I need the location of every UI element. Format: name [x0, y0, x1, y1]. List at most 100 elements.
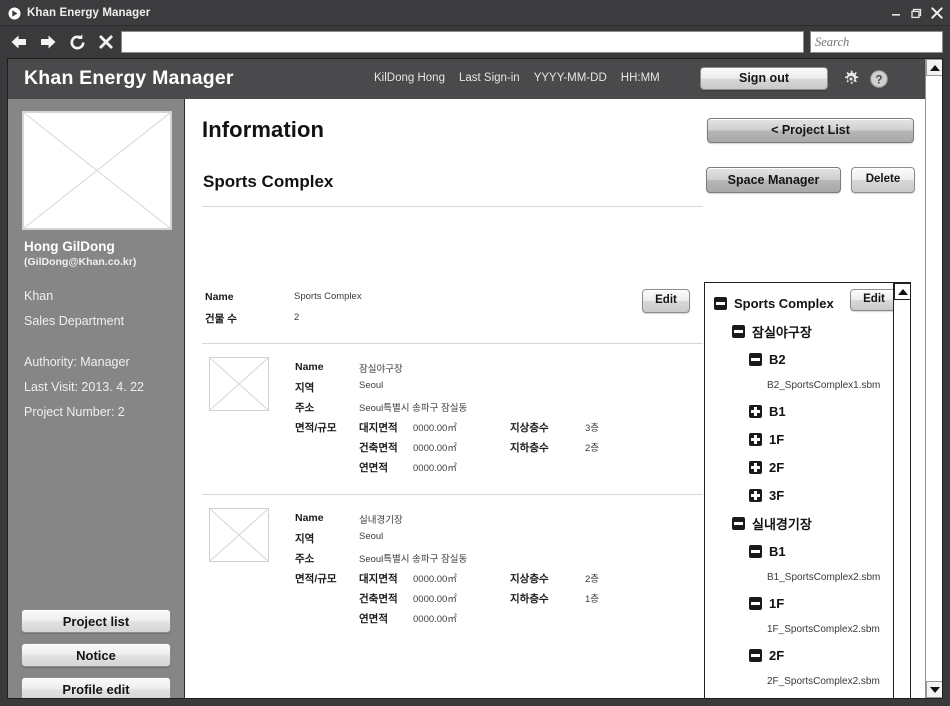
tree-leaf-item[interactable]: B1_SportsComplex2.sbm [705, 565, 894, 589]
minimize-icon[interactable] [891, 8, 902, 19]
sidebar-item-project-list[interactable]: Project list [21, 609, 171, 633]
application-window: Khan Energy Manager Search Khan Energy M… [0, 0, 950, 706]
tree-node-item[interactable]: 2F [705, 641, 894, 669]
tree-collapse-minus-icon[interactable] [749, 596, 762, 610]
tree-node-label: 2F [769, 647, 785, 663]
tree-collapse-minus-icon[interactable] [714, 296, 727, 310]
tree-expand-plus-icon[interactable] [749, 404, 762, 418]
tree-node-item[interactable]: 1F [705, 425, 894, 453]
summary-edit-button[interactable]: Edit [642, 289, 690, 313]
divider-summary [202, 343, 703, 344]
delete-button[interactable]: Delete [851, 167, 915, 193]
window-client-area: Khan Energy Manager KilDong Hong Last Si… [7, 58, 943, 699]
b1-floor-row0-value: 3층 [585, 423, 600, 434]
tree-node-label: B1 [769, 403, 786, 419]
b1-area-row1-label: 건축면적 [359, 442, 398, 454]
b2-floor-row1-label: 지하층수 [510, 593, 549, 605]
header-last-signin-label: Last Sign-in [458, 72, 520, 84]
back-arrow-icon[interactable] [9, 32, 29, 52]
tree-node-item[interactable]: 잠실야구장 [705, 317, 894, 345]
tree-leaf-item[interactable]: B2_SportsComplex1.sbm [705, 373, 894, 397]
space-manager-button[interactable]: Space Manager [706, 167, 841, 193]
gear-icon[interactable] [841, 69, 861, 89]
header-user-meta: KilDong Hong Last Sign-in YYYY-MM-DD HH:… [374, 72, 660, 84]
search-input[interactable] [811, 32, 942, 52]
main-scroll-up-arrow-icon[interactable] [926, 59, 942, 76]
b1-area-row2-value: 0000.00㎡ [413, 463, 457, 474]
tree-collapse-minus-icon[interactable] [749, 544, 762, 558]
main-scrollbar[interactable] [925, 59, 942, 698]
maximize-icon[interactable] [911, 8, 922, 19]
tree-leaf-item[interactable]: 1F_SportsComplex2.sbm [705, 617, 894, 641]
tree-node-item[interactable]: 2F [705, 453, 894, 481]
divider-building-1 [202, 494, 703, 495]
header-user-name: KilDong Hong [374, 72, 445, 84]
tree-node-label: 2F [769, 459, 785, 475]
reload-icon[interactable] [67, 32, 87, 52]
close-icon[interactable] [931, 7, 943, 19]
b1-floor-row0-label: 지상층수 [510, 422, 549, 434]
b1-area-row0-value: 0000.00㎡ [413, 423, 457, 434]
tree-scrollbar[interactable] [893, 283, 910, 698]
tree-node-item[interactable]: 3F [705, 481, 894, 509]
project-list-button[interactable]: < Project List [707, 118, 914, 143]
tree-node-item[interactable]: B2 [705, 345, 894, 373]
help-icon[interactable]: ? [869, 69, 889, 89]
tree-collapse-minus-icon[interactable] [749, 648, 762, 662]
scroll-up-arrow-icon[interactable] [894, 283, 910, 300]
tree-node-item[interactable]: 1F [705, 589, 894, 617]
tree-node-label: Sports Complex [734, 295, 834, 311]
tree-node-item[interactable]: B1 [705, 537, 894, 565]
tree-node-item[interactable]: 실내경기장 [705, 509, 894, 537]
window-controls [891, 0, 943, 26]
tree-node-label: 실내경기장 [752, 516, 812, 532]
navigation-icons [9, 26, 116, 58]
app-brand-title: Khan Energy Manager [24, 67, 234, 89]
summary-label-name: Name [205, 291, 234, 303]
header-last-signin-time: HH:MM [620, 72, 660, 84]
b1-area-label: 면적/규모 [295, 422, 337, 434]
tree-node-label: B2 [769, 351, 786, 367]
b1-floor-row1-value: 2층 [585, 443, 600, 454]
b1-region-value: Seoul [359, 380, 384, 391]
tree-leaf-item[interactable]: 2F_SportsComplex2.sbm [705, 669, 894, 693]
project-subtitle: Sports Complex [203, 172, 334, 191]
stop-close-icon[interactable] [96, 32, 116, 52]
tree-collapse-minus-icon[interactable] [732, 516, 745, 530]
b2-floor-row1-value: 1층 [585, 594, 600, 605]
b2-area-row1-label: 건축면적 [359, 593, 398, 605]
tree-leaf-label: B1_SportsComplex2.sbm [767, 571, 881, 583]
building-thumbnail-placeholder-icon-2 [209, 508, 269, 562]
tree-collapse-minus-icon[interactable] [732, 324, 745, 338]
b2-region-label: 지역 [295, 533, 315, 545]
b2-area-row1-value: 0000.00㎡ [413, 594, 457, 605]
tree-expand-plus-icon[interactable] [749, 460, 762, 474]
b2-area-row2-label: 연면적 [359, 613, 388, 625]
app-header: Khan Energy Manager KilDong Hong Last Si… [8, 59, 927, 99]
tree-expand-plus-icon[interactable] [749, 488, 762, 502]
tree-edit-button[interactable]: Edit [850, 289, 898, 311]
sidebar-item-notice[interactable]: Notice [21, 643, 171, 667]
b1-name-label: Name [295, 361, 324, 373]
forward-arrow-icon[interactable] [38, 32, 58, 52]
sign-out-button[interactable]: Sign out [700, 67, 828, 90]
tree-expand-plus-icon[interactable] [749, 432, 762, 446]
left-sidebar: Hong GilDong (GilDong@Khan.co.kr) Khan S… [8, 99, 185, 698]
sidebar-authority: Authority: Manager [24, 355, 130, 369]
building-thumbnail-placeholder-icon [209, 357, 269, 411]
window-title: Khan Energy Manager [27, 7, 151, 19]
tree-collapse-minus-icon[interactable] [749, 352, 762, 366]
address-bar[interactable] [121, 31, 804, 53]
b2-floor-row0-value: 2층 [585, 574, 600, 585]
main-content: Information < Project List Sports Comple… [185, 99, 927, 698]
b2-address-value: Seoul특별시 송파구 잠실동 [359, 554, 468, 565]
sidebar-item-profile-edit[interactable]: Profile edit [21, 677, 171, 698]
sidebar-project-number: Project Number: 2 [24, 405, 125, 419]
b2-area-label: 면적/규모 [295, 573, 337, 585]
page-title: Information [202, 117, 325, 142]
tree-node-item[interactable]: B1 [705, 397, 894, 425]
navigation-toolbar [0, 26, 950, 58]
search-box[interactable] [810, 31, 943, 53]
b2-address-label: 주소 [295, 553, 315, 565]
main-scroll-down-arrow-icon[interactable] [926, 681, 942, 698]
